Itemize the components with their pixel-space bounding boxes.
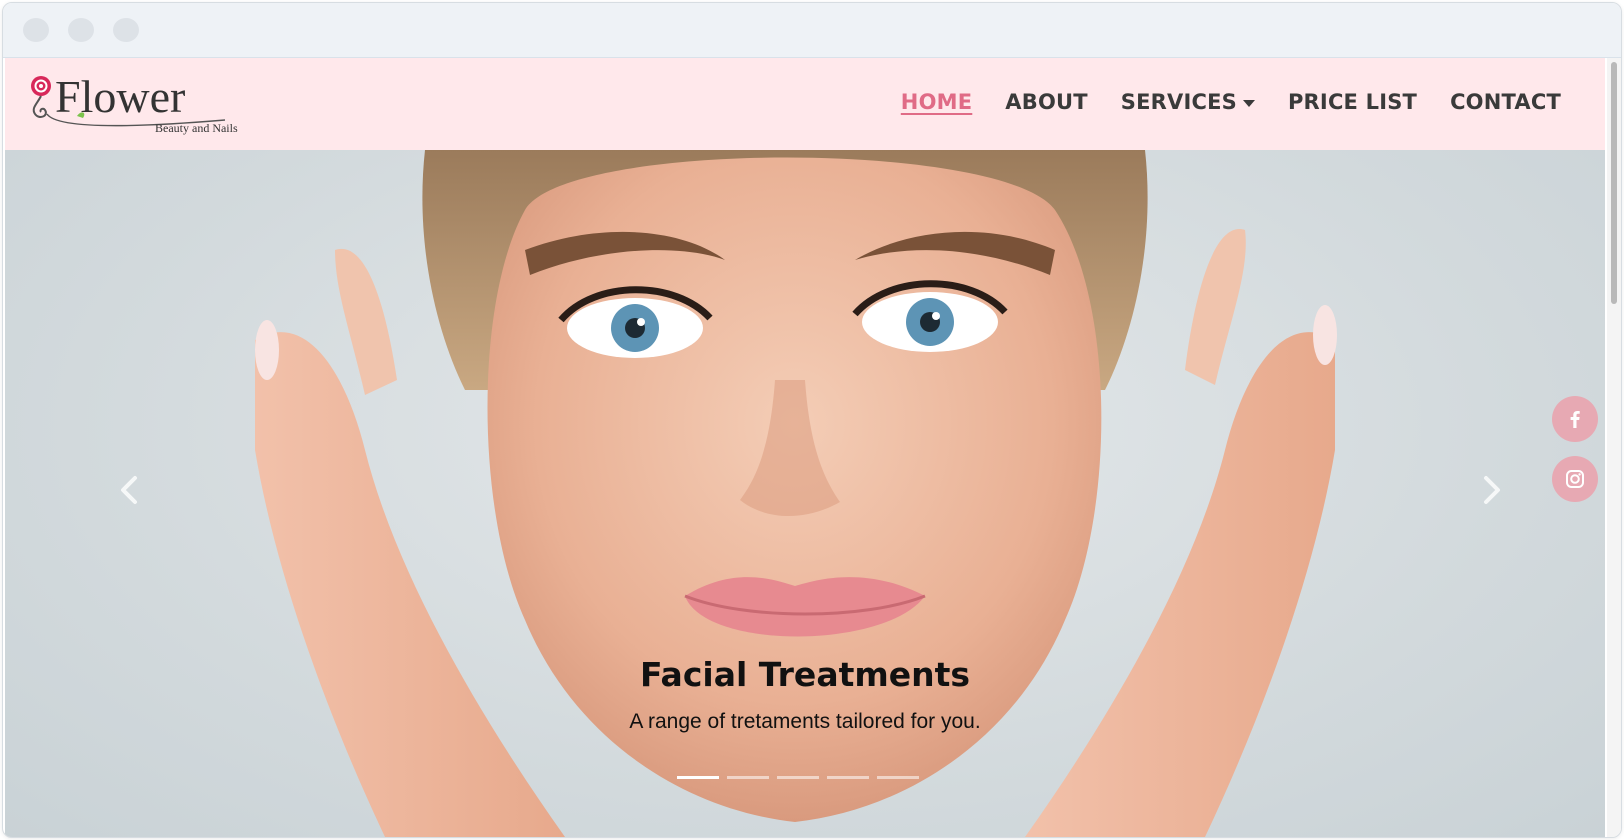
nav-home-link[interactable]: HOME bbox=[901, 90, 972, 114]
window-maximize-button[interactable] bbox=[113, 18, 139, 42]
instagram-button[interactable] bbox=[1552, 456, 1598, 502]
facebook-button[interactable] bbox=[1552, 396, 1598, 442]
hero-title: Facial Treatments bbox=[639, 655, 971, 694]
nav-price-list-link[interactable]: PRICE LIST bbox=[1288, 90, 1417, 114]
carousel-indicator[interactable] bbox=[827, 776, 869, 779]
hero-subtitle: A range of tretaments tailored for you. bbox=[629, 710, 981, 733]
carousel-indicator[interactable] bbox=[677, 776, 719, 779]
svg-text:Beauty and Nails: Beauty and Nails bbox=[155, 121, 238, 135]
nav-about-link[interactable]: ABOUT bbox=[1005, 90, 1088, 114]
svg-text:Flower: Flower bbox=[55, 71, 185, 122]
carousel-indicators bbox=[677, 776, 919, 779]
carousel-next-button[interactable] bbox=[1470, 470, 1510, 510]
hero-carousel: Facial Treatments A range of tretaments … bbox=[5, 150, 1605, 837]
page-scrollbar[interactable] bbox=[1607, 58, 1621, 837]
scrollbar-thumb[interactable] bbox=[1611, 62, 1617, 304]
site-logo[interactable]: Flower Beauty and Nails bbox=[25, 70, 255, 140]
instagram-icon bbox=[1566, 470, 1584, 488]
page-viewport: Flower Beauty and Nails HOME ABOUT SERVI… bbox=[5, 58, 1605, 837]
chevron-right-icon bbox=[1484, 476, 1500, 504]
carousel-prev-button[interactable] bbox=[111, 470, 151, 510]
nav-services-label: SERVICES bbox=[1120, 90, 1237, 114]
chevron-left-icon bbox=[121, 476, 137, 504]
carousel-caption: Facial Treatments A range of tretaments … bbox=[5, 655, 1605, 734]
flower-logo-icon: Flower Beauty and Nails bbox=[31, 71, 238, 135]
site-navbar: Flower Beauty and Nails HOME ABOUT SERVI… bbox=[5, 58, 1605, 150]
browser-window: Flower Beauty and Nails HOME ABOUT SERVI… bbox=[2, 2, 1622, 838]
nav-contact-link[interactable]: CONTACT bbox=[1450, 90, 1561, 114]
carousel-indicator[interactable] bbox=[877, 776, 919, 779]
window-minimize-button[interactable] bbox=[68, 18, 94, 42]
caret-down-icon bbox=[1242, 99, 1255, 107]
browser-titlebar bbox=[3, 3, 1621, 58]
carousel-indicator[interactable] bbox=[727, 776, 769, 779]
nav-services-dropdown[interactable]: SERVICES bbox=[1121, 90, 1255, 114]
window-close-button[interactable] bbox=[23, 18, 49, 42]
main-nav: HOME ABOUT SERVICES PRICE LIST CONTACT bbox=[901, 90, 1561, 114]
facebook-icon bbox=[1570, 411, 1580, 428]
carousel-indicator[interactable] bbox=[777, 776, 819, 779]
